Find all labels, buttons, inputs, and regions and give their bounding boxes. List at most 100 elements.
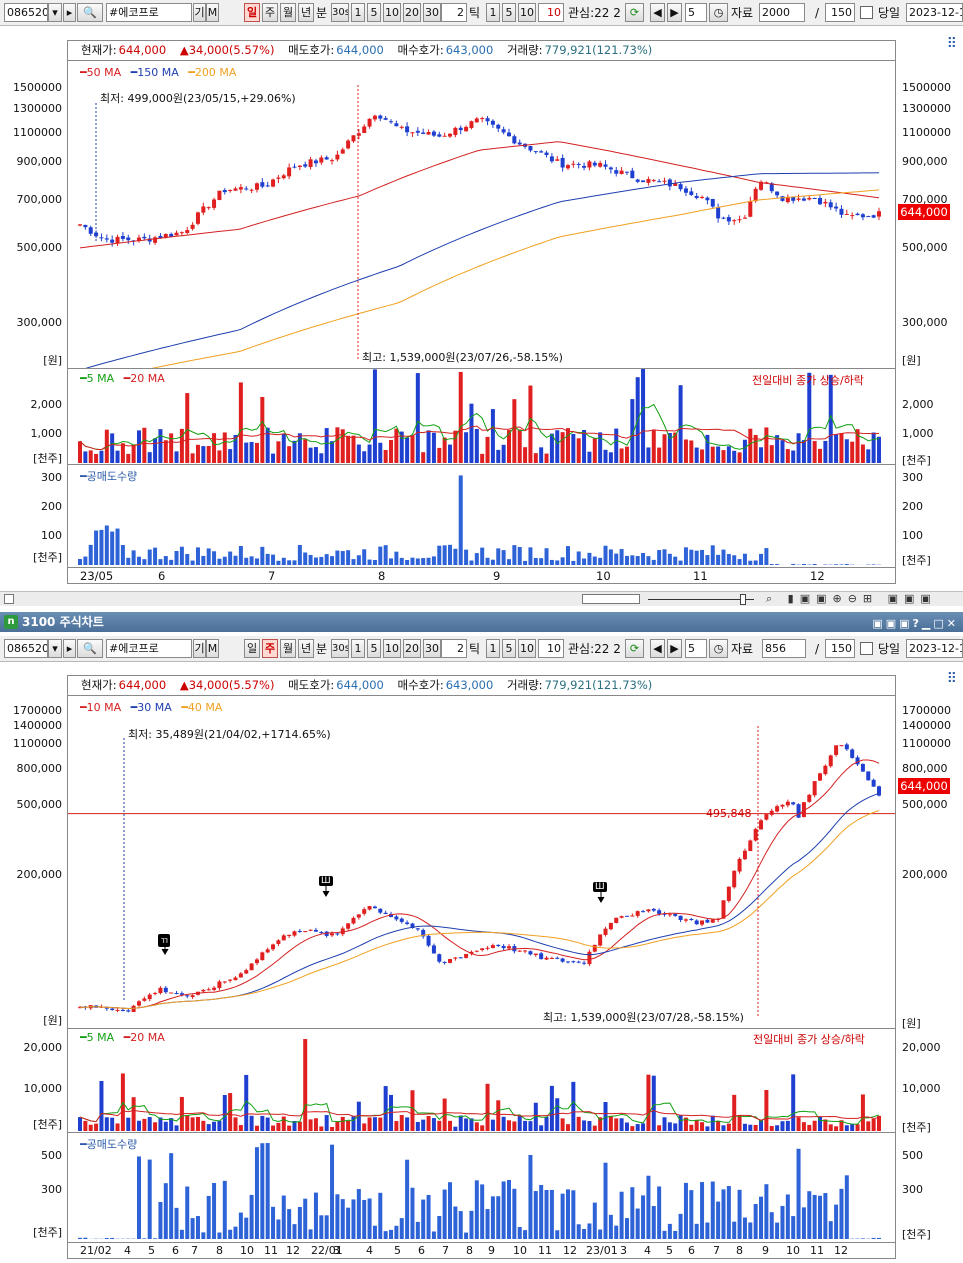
- step-input[interactable]: 5: [685, 3, 707, 22]
- bottom-short-bar: [683, 1182, 688, 1239]
- tl-v1: 2,000: [30, 398, 63, 411]
- b-period-year-button[interactable]: 년: [298, 639, 314, 658]
- bottom-volume-bar: [506, 1120, 511, 1131]
- top-volume-bar: [287, 446, 292, 463]
- b-period-week-button[interactable]: 주: [262, 639, 278, 658]
- bottom-volume-bar: [190, 1117, 195, 1131]
- top-volume-bar: [646, 447, 651, 463]
- b-value10-input[interactable]: 10: [538, 639, 564, 658]
- b-t5-button[interactable]: 5: [502, 639, 516, 658]
- b-view-count-input[interactable]: 150: [825, 639, 855, 658]
- t10-button[interactable]: 10: [518, 3, 536, 22]
- data-count-select[interactable]: 2000: [759, 3, 805, 22]
- b-next-arrow-button[interactable]: ▸: [63, 639, 76, 658]
- bottom-short-bar: [533, 1191, 538, 1239]
- zoom-slider[interactable]: [648, 599, 754, 600]
- refresh-icon[interactable]: ⟳: [625, 3, 644, 22]
- b-step-input[interactable]: 5: [685, 639, 707, 658]
- date-input[interactable]: 2023-12-1: [906, 3, 963, 22]
- gi-button[interactable]: 기: [193, 3, 206, 22]
- b-clock-icon[interactable]: ◷: [709, 639, 728, 658]
- next-icon[interactable]: ▶: [667, 3, 682, 22]
- stock-name-field[interactable]: #에코프로: [106, 3, 192, 22]
- n5-button[interactable]: 5: [367, 3, 381, 22]
- top-scroll-row[interactable]: ⌕ ▮▣▣⊕⊖⊞ ▣▣▣: [0, 591, 963, 606]
- b-prev-icon[interactable]: ◀: [650, 639, 665, 658]
- scroll-left-icon[interactable]: [4, 594, 14, 604]
- bottom-x-label: 9: [762, 1244, 769, 1257]
- period-month-button[interactable]: 월: [280, 3, 296, 22]
- period-day-button[interactable]: 일: [244, 3, 260, 22]
- t1-button[interactable]: 1: [486, 3, 500, 22]
- value10-input[interactable]: 10: [538, 3, 564, 22]
- window-title-bar: n 3100 주식차트 ▣▣▣?▁□✕: [0, 612, 963, 632]
- top-price-candle: [458, 127, 463, 131]
- b-n30-button[interactable]: 30: [423, 639, 441, 658]
- b-next-icon[interactable]: ▶: [667, 639, 682, 658]
- search-icon[interactable]: 🔍: [77, 3, 103, 22]
- bottom-short-bar: [254, 1147, 259, 1239]
- top-volume-bar: [201, 446, 206, 463]
- top-volume-bar: [801, 440, 806, 463]
- b-t1-button[interactable]: 1: [486, 639, 500, 658]
- top-tool-icons[interactable]: ⌕ ▮▣▣⊕⊖⊞ ▣▣▣: [766, 592, 937, 606]
- bottom-x-label: 3: [620, 1244, 627, 1257]
- min30-button[interactable]: 30s: [331, 3, 349, 22]
- b-period-month-button[interactable]: 월: [280, 639, 296, 658]
- b-period-day-button[interactable]: 일: [244, 639, 260, 658]
- bottom-price-panel[interactable]: [67, 695, 896, 1029]
- scroll-thumb[interactable]: [582, 594, 640, 604]
- top-short-bar: [254, 558, 259, 565]
- bottom-price-candle: [614, 917, 619, 923]
- b-n20-button[interactable]: 20: [403, 639, 421, 658]
- b-stock-code-input[interactable]: 086520: [4, 639, 48, 658]
- b-refresh-icon[interactable]: ⟳: [625, 639, 644, 658]
- m-button[interactable]: M: [206, 3, 219, 22]
- b-gi-button[interactable]: 기: [193, 639, 206, 658]
- b-tick-input[interactable]: 2: [441, 639, 467, 658]
- tick-input[interactable]: 2: [441, 3, 467, 22]
- top-short-bar: [587, 552, 592, 565]
- zoom-slider-handle[interactable]: [740, 594, 746, 605]
- b-data-count-select[interactable]: 856: [762, 639, 806, 658]
- n10-button[interactable]: 10: [383, 3, 401, 22]
- b-t10-button[interactable]: 10: [518, 639, 536, 658]
- stock-code-input[interactable]: 086520: [4, 3, 48, 22]
- code-dropdown-button[interactable]: ▾: [48, 3, 62, 22]
- period-year-button[interactable]: 년: [298, 3, 314, 22]
- b-n10-button[interactable]: 10: [383, 639, 401, 658]
- n1-button[interactable]: 1: [351, 3, 365, 22]
- b-menu-dots-icon[interactable]: ⠿: [947, 671, 957, 687]
- top-short-panel[interactable]: [67, 464, 896, 568]
- top-short-bar: [174, 550, 179, 565]
- top-short-bar: [582, 558, 587, 565]
- b-m-button[interactable]: M: [206, 639, 219, 658]
- view-count-input[interactable]: 150: [825, 3, 855, 22]
- b-min30-button[interactable]: 30s: [331, 639, 349, 658]
- n30-button[interactable]: 30: [423, 3, 441, 22]
- dangil-checkbox[interactable]: [860, 6, 873, 19]
- bottom-short-bar: [689, 1190, 694, 1239]
- menu-dots-icon[interactable]: ⠿: [947, 36, 957, 52]
- bottom-price-candle: [571, 961, 576, 963]
- top-price-panel[interactable]: [67, 60, 896, 369]
- n20-button[interactable]: 20: [403, 3, 421, 22]
- bottom-short-panel[interactable]: [67, 1132, 896, 1243]
- top-volume-bar: [694, 447, 699, 463]
- b-dangil-checkbox[interactable]: [860, 642, 873, 655]
- t5-button[interactable]: 5: [502, 3, 516, 22]
- b-search-icon[interactable]: 🔍: [77, 639, 103, 658]
- b-n5-button[interactable]: 5: [367, 639, 381, 658]
- bottom-short-bar: [303, 1198, 308, 1239]
- b-n1-button[interactable]: 1: [351, 639, 365, 658]
- b-date-input[interactable]: 2023-12-1: [906, 639, 963, 658]
- b-code-dropdown-button[interactable]: ▾: [48, 639, 62, 658]
- b-minute-label: 분: [316, 642, 328, 656]
- window-controls[interactable]: ▣▣▣?▁□✕: [872, 614, 959, 634]
- clock-icon[interactable]: ◷: [709, 3, 728, 22]
- period-week-button[interactable]: 주: [262, 3, 278, 22]
- bottom-volume-bar: [592, 1125, 597, 1131]
- prev-icon[interactable]: ◀: [650, 3, 665, 22]
- b-stock-name-field[interactable]: #에코프로: [106, 639, 192, 658]
- next-arrow-button[interactable]: ▸: [63, 3, 76, 22]
